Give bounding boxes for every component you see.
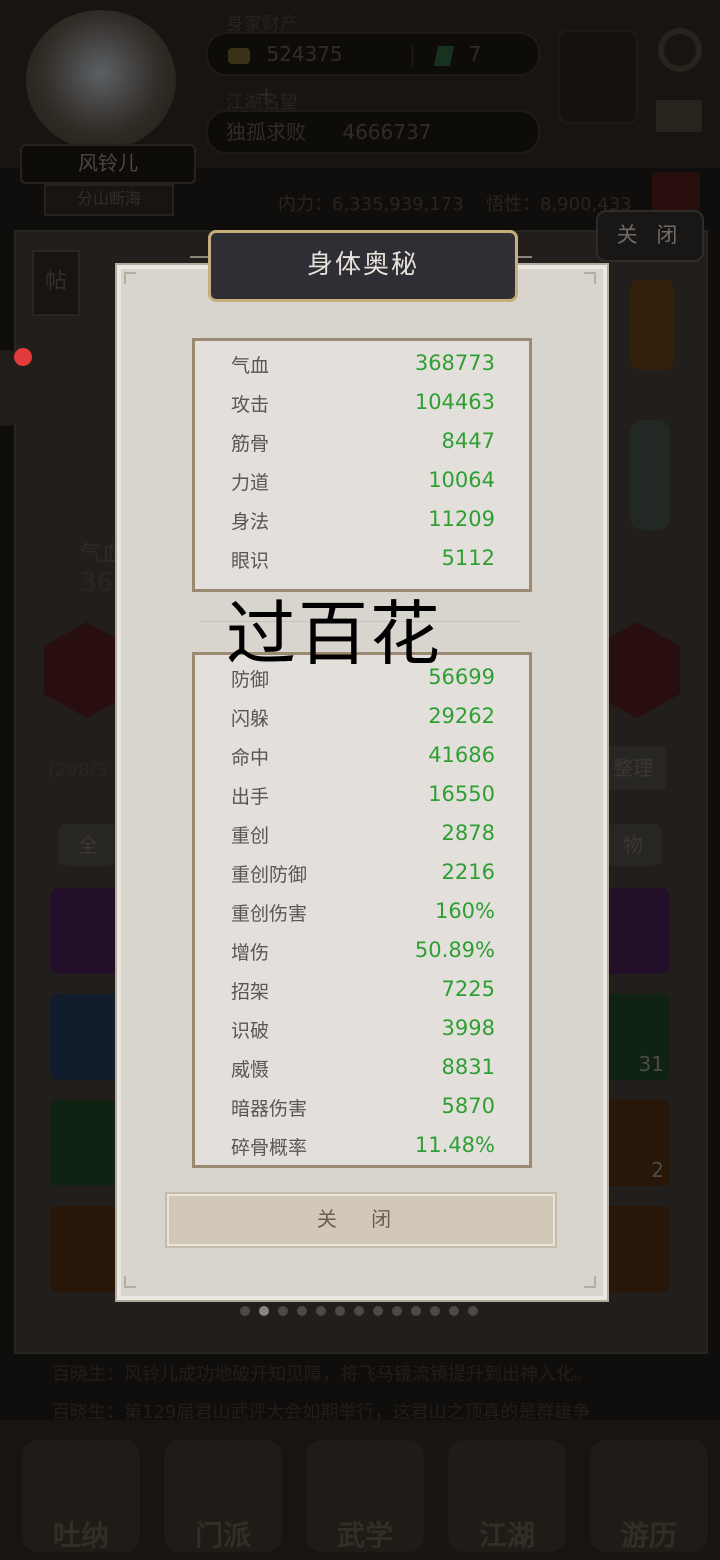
stat-name: 出手: [231, 786, 270, 808]
page-dot[interactable]: [354, 1306, 364, 1316]
stat-row: 身法 11209: [195, 507, 529, 546]
primary-stats-box: 气血 368773 攻击 104463 筋骨 8447 力道 10064 身法 11209 眼识 51…: [192, 338, 532, 592]
stat-value: 368773: [414, 351, 495, 375]
corner-ornament: [584, 1276, 596, 1288]
overlay-caption: 过百花: [226, 593, 442, 675]
page-dot[interactable]: [430, 1306, 440, 1316]
stat-value: 50.89%: [414, 938, 495, 962]
page-dot[interactable]: [468, 1306, 478, 1316]
stat-row: 暗器伤害 5870: [195, 1094, 529, 1133]
stat-row: 重创 2878: [195, 821, 529, 860]
stat-name: 闪躲: [231, 708, 270, 730]
stat-row: 攻击 104463: [195, 390, 529, 429]
stat-value: 2878: [441, 821, 495, 845]
title-ornament: [190, 256, 210, 272]
stat-name: 暗器伤害: [231, 1098, 308, 1120]
stat-name: 重创防御: [231, 864, 308, 886]
stat-value: 11209: [428, 507, 495, 531]
stat-name: 招架: [231, 981, 270, 1003]
stat-name: 气血: [231, 355, 270, 377]
page-dot[interactable]: [335, 1306, 345, 1316]
stat-value: 160%: [434, 899, 495, 923]
page-dot[interactable]: [316, 1306, 326, 1316]
page-dot[interactable]: [449, 1306, 459, 1316]
stat-row: 出手 16550: [195, 782, 529, 821]
page-dot[interactable]: [278, 1306, 288, 1316]
page-indicator: [240, 1306, 480, 1318]
stat-row: 威慑 8831: [195, 1055, 529, 1094]
stat-value: 3998: [441, 1016, 495, 1040]
stat-value: 8447: [441, 429, 495, 453]
stat-row: 重创伤害 160%: [195, 899, 529, 938]
stat-name: 威慑: [231, 1059, 270, 1081]
stat-row: 闪躲 29262: [195, 704, 529, 743]
stat-name: 增伤: [231, 942, 270, 964]
stat-row: 筋骨 8447: [195, 429, 529, 468]
stat-name: 筋骨: [231, 433, 270, 455]
page-dot[interactable]: [240, 1306, 250, 1316]
page-dot[interactable]: [392, 1306, 402, 1316]
stat-value: 7225: [441, 977, 495, 1001]
stat-name: 重创: [231, 825, 270, 847]
stat-name: 命中: [231, 747, 270, 769]
stat-value: 104463: [414, 390, 495, 414]
stat-row: 招架 7225: [195, 977, 529, 1016]
stat-name: 重创伤害: [231, 903, 308, 925]
stat-name: 力道: [231, 472, 270, 494]
stat-value: 29262: [428, 704, 495, 728]
stat-row: 重创防御 2216: [195, 860, 529, 899]
stat-value: 11.48%: [414, 1133, 495, 1157]
page-dot[interactable]: [297, 1306, 307, 1316]
stat-row: 增伤 50.89%: [195, 938, 529, 977]
page-dot[interactable]: [411, 1306, 421, 1316]
stat-row: 力道 10064: [195, 468, 529, 507]
corner-ornament: [124, 1276, 136, 1288]
stat-name: 眼识: [231, 550, 270, 572]
secondary-stats-box[interactable]: 防御 56699 闪躲 29262 命中 41686 出手 16550 重创 2878 重创防御 22…: [192, 652, 532, 1168]
stat-value: 5112: [441, 546, 495, 570]
stat-value: 16550: [428, 782, 495, 806]
stat-row: 气血 368773: [195, 351, 529, 390]
stat-name: 攻击: [231, 394, 270, 416]
stat-value: 8831: [441, 1055, 495, 1079]
stat-value: 10064: [428, 468, 495, 492]
stat-value: 5870: [441, 1094, 495, 1118]
stat-name: 碎骨概率: [231, 1137, 308, 1159]
stat-name: 身法: [231, 511, 270, 533]
stat-row: 碎骨概率 11.48%: [195, 1133, 529, 1165]
dialog-close-button[interactable]: 关 闭: [165, 1192, 557, 1248]
stat-value: 41686: [428, 743, 495, 767]
corner-ornament: [124, 272, 136, 284]
stat-row: 命中 41686: [195, 743, 529, 782]
corner-ornament: [584, 272, 596, 284]
page-dot[interactable]: [259, 1306, 269, 1316]
stat-name: 识破: [231, 1020, 270, 1042]
stat-row: 识破 3998: [195, 1016, 529, 1055]
stat-value: 2216: [441, 860, 495, 884]
notification-dot: [14, 348, 32, 366]
page-dot[interactable]: [373, 1306, 383, 1316]
dialog-title: 身体奥秘: [208, 230, 518, 302]
